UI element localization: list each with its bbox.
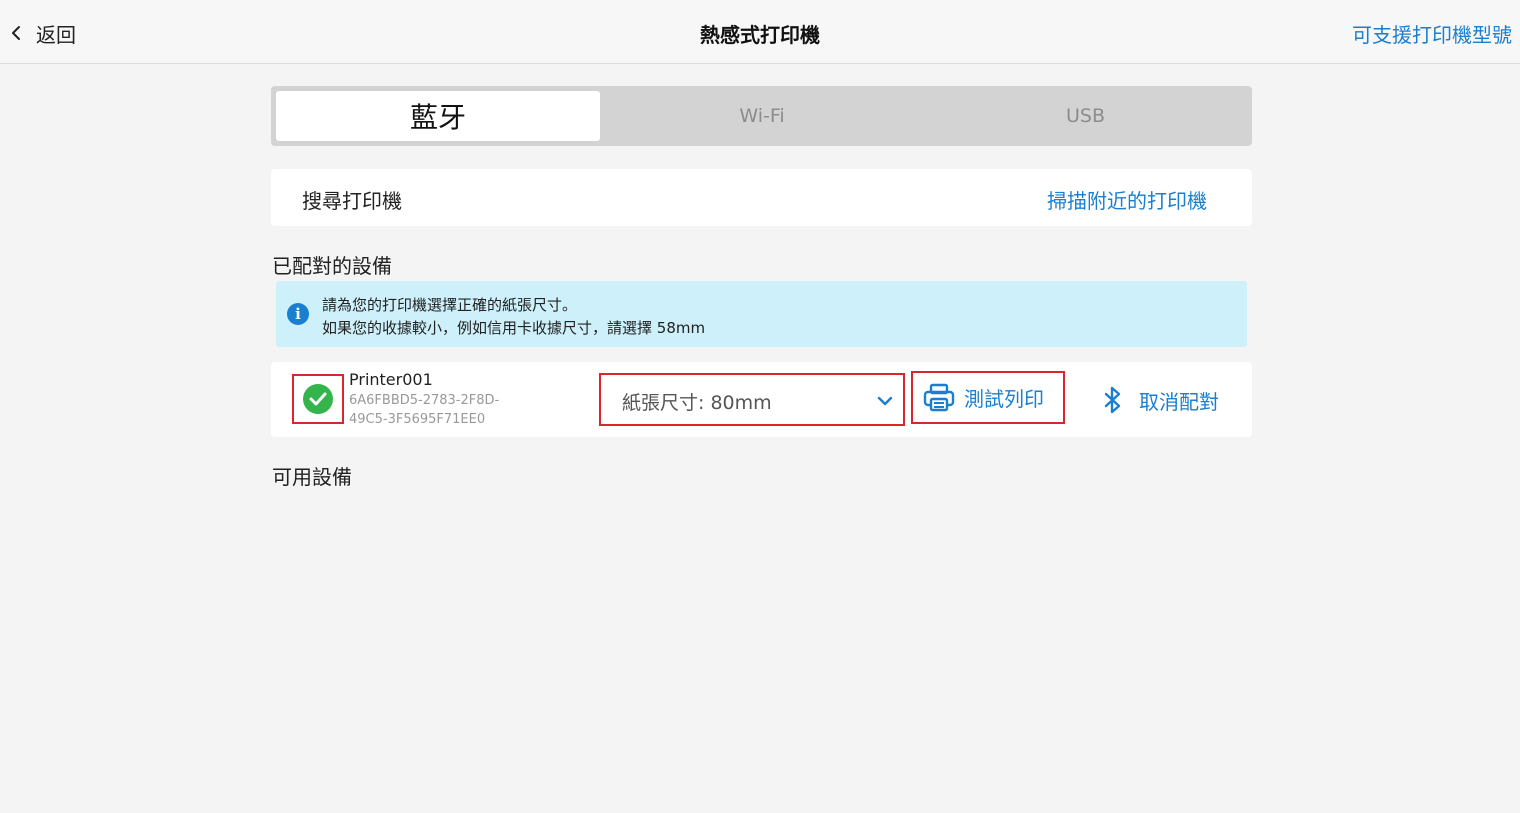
- info-icon: i: [287, 303, 309, 325]
- test-print-label: 測試列印: [964, 387, 1044, 411]
- selected-indicator[interactable]: [292, 374, 344, 424]
- paired-devices-title: 已配對的設備: [272, 254, 392, 278]
- printer-id-line-2: 49C5-3F5695F71EE0: [349, 412, 486, 427]
- bluetooth-icon: [1104, 386, 1121, 414]
- connection-tabs: 藍牙 Wi-Fi USB: [271, 86, 1252, 146]
- chevron-down-icon: [877, 396, 893, 406]
- info-line-1: 請為您的打印機選擇正確的紙張尺寸。: [322, 296, 578, 314]
- check-circle-icon: [303, 384, 333, 414]
- unpair-label: 取消配對: [1139, 389, 1219, 414]
- supported-models-link[interactable]: 可支援打印機型號: [1352, 19, 1512, 48]
- tab-wifi[interactable]: Wi-Fi: [600, 91, 924, 141]
- top-bar: 返回 熱感式打印機 可支援打印機型號: [0, 0, 1520, 64]
- tab-bluetooth[interactable]: 藍牙: [276, 91, 600, 141]
- printer-id-line-1: 6A6FBBD5-2783-2F8D-: [349, 393, 500, 408]
- paper-size-info-box: i 請為您的打印機選擇正確的紙張尺寸。 如果您的收據較小，例如信用卡收據尺寸，請…: [276, 281, 1247, 347]
- paper-size-value: 紙張尺寸: 80mm: [622, 392, 772, 414]
- available-devices-title: 可用設備: [272, 465, 352, 489]
- paper-size-select[interactable]: 紙張尺寸: 80mm: [599, 373, 905, 426]
- scan-nearby-button[interactable]: 掃描附近的打印機: [1047, 185, 1207, 214]
- printer-name: Printer001: [349, 370, 433, 389]
- unpair-button[interactable]: 取消配對: [1101, 380, 1219, 420]
- printer-icon: [923, 383, 955, 411]
- tab-usb[interactable]: USB: [924, 91, 1247, 141]
- info-line-2: 如果您的收據較小，例如信用卡收據尺寸，請選擇 58mm: [322, 319, 706, 337]
- search-printer-card: 搜尋打印機 掃描附近的打印機: [271, 169, 1252, 226]
- paired-device-row: Printer001 6A6FBBD5-2783-2F8D- 49C5-3F56…: [271, 362, 1252, 437]
- search-printer-label: 搜尋打印機: [302, 189, 402, 213]
- test-print-button[interactable]: 測試列印: [911, 371, 1065, 424]
- page-title: 熱感式打印機: [700, 23, 820, 47]
